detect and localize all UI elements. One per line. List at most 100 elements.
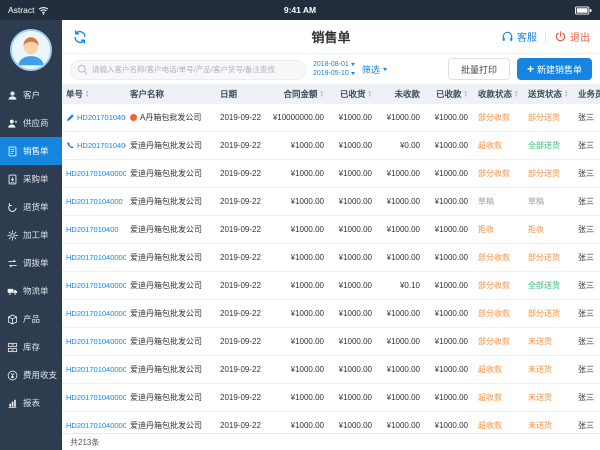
received-payment-cell: ¥1000.00 xyxy=(426,188,474,215)
date-cell: 2019-09-22 xyxy=(216,384,264,411)
order-no-link[interactable]: HD201701040000 xyxy=(66,337,126,346)
order-no-link[interactable]: HD2017010400 xyxy=(66,225,119,234)
customer-name: 爱迪丹箱包批发公司 xyxy=(130,224,202,235)
sidebar-menu: 客户供应商销售单采购单退货单加工单调拨单物流单产品库存费用收支报表 xyxy=(0,81,62,417)
order-no-link[interactable]: HD201701040000 xyxy=(66,281,126,290)
new-sales-order-button[interactable]: + 新建销售单 xyxy=(517,58,592,80)
sidebar-item-expenses[interactable]: 费用收支 xyxy=(0,361,62,389)
sidebar-item-processing-orders[interactable]: 加工单 xyxy=(0,221,62,249)
sort-icon[interactable]: ▲▼ xyxy=(368,90,372,98)
sidebar-item-suppliers[interactable]: 供应商 xyxy=(0,109,62,137)
search-icon xyxy=(77,64,88,75)
processing-orders-icon xyxy=(7,230,18,241)
sales-order-table: 单号▲▼客户名称日期合同金额▲▼已收货▲▼未收款已收款▲▼收款状态▲▼送货状态▲… xyxy=(62,84,600,450)
customer-name: 爱迪丹箱包批发公司 xyxy=(130,168,202,179)
unpaid-amount-cell: ¥1000.00 xyxy=(378,300,426,327)
order-no-link[interactable]: HD201701040000 xyxy=(66,309,126,318)
column-label: 单号 xyxy=(66,88,83,100)
battery-area xyxy=(575,6,592,15)
received-payment-cell: ¥1000.00 xyxy=(426,132,474,159)
chevron-down-icon xyxy=(383,68,387,71)
app-header: 销售单 客服 退出 xyxy=(62,20,600,54)
received-goods-cell: ¥1000.00 xyxy=(330,384,378,411)
date-cell: 2019-09-22 xyxy=(216,132,264,159)
sidebar-item-return-orders[interactable]: 退货单 xyxy=(0,193,62,221)
customer-name: 爱迪丹箱包批发公司 xyxy=(130,364,202,375)
table-row[interactable]: HD2017010400爱迪丹箱包批发公司2019-09-22¥1000.00¥… xyxy=(62,132,600,160)
salesman-cell: 张三 xyxy=(574,160,600,187)
received-payment-cell: ¥1000.00 xyxy=(426,328,474,355)
sidebar-item-logistics-orders[interactable]: 物流单 xyxy=(0,277,62,305)
table-row[interactable]: HD20170104000爱迪丹箱包批发公司2019-09-22¥1000.00… xyxy=(62,188,600,216)
pencil-icon[interactable] xyxy=(66,113,75,122)
batch-print-button[interactable]: 批量打印 xyxy=(448,58,510,80)
order-no-link[interactable]: HD2017010400 xyxy=(77,141,126,150)
column-header[interactable]: 已收款▲▼ xyxy=(426,88,474,100)
customer-name: 爱迪丹箱包批发公司 xyxy=(130,336,202,347)
contract-amount-cell: ¥1000.00 xyxy=(264,188,330,215)
order-no-link[interactable]: HD20170104000 xyxy=(66,197,123,206)
contract-amount-cell: ¥1000.00 xyxy=(264,272,330,299)
avatar[interactable] xyxy=(10,29,52,71)
date-to-selector[interactable]: 2019-05-10 xyxy=(313,70,355,77)
sort-icon[interactable]: ▲▼ xyxy=(564,90,568,98)
column-header: 日期 xyxy=(216,88,264,100)
sort-icon[interactable]: ▲▼ xyxy=(514,90,518,98)
table-row[interactable]: HD201701040000爱迪丹箱包批发公司2019-09-22¥1000.0… xyxy=(62,356,600,384)
table-row[interactable]: HD201701040000爱迪丹箱包批发公司2019-09-22¥1000.0… xyxy=(62,272,600,300)
date-from-selector[interactable]: 2018-08-01 xyxy=(313,61,355,68)
order-no-link[interactable]: HD201701040000 xyxy=(66,169,126,178)
sort-icon[interactable]: ▲▼ xyxy=(320,90,324,98)
column-header[interactable]: 单号▲▼ xyxy=(62,88,126,100)
search-input[interactable] xyxy=(70,60,306,80)
sidebar-item-label: 报表 xyxy=(23,397,40,409)
sidebar-item-reports[interactable]: 报表 xyxy=(0,389,62,417)
contract-amount-cell: ¥10000000.00 xyxy=(264,104,330,131)
column-header[interactable]: 收款状态▲▼ xyxy=(474,88,524,100)
inventory-icon xyxy=(7,342,18,353)
order-no-link[interactable]: HD201701040000 xyxy=(66,421,126,430)
sidebar-item-label: 物流单 xyxy=(23,285,49,297)
order-no-link[interactable]: HD201701040000 xyxy=(66,365,126,374)
phone-icon[interactable] xyxy=(66,141,75,150)
date-to-value: 2019-05-10 xyxy=(313,70,349,77)
date-cell: 2019-09-22 xyxy=(216,216,264,243)
order-no-link[interactable]: HD201701040000 xyxy=(66,393,126,402)
received-payment-cell: ¥1000.00 xyxy=(426,272,474,299)
column-header[interactable]: 合同金额▲▼ xyxy=(264,88,330,100)
avatar-wrap xyxy=(0,20,62,81)
unpaid-amount-cell: ¥1000.00 xyxy=(378,188,426,215)
table-row[interactable]: HD201701040000爱迪丹箱包批发公司2019-09-22¥1000.0… xyxy=(62,300,600,328)
table-row[interactable]: HD201701040000爱迪丹箱包批发公司2019-09-22¥1000.0… xyxy=(62,328,600,356)
header-divider xyxy=(545,31,546,43)
payment-status: 部分收款 xyxy=(474,244,524,271)
wifi-icon xyxy=(38,6,49,15)
customer-service-button[interactable]: 客服 xyxy=(501,29,537,44)
sort-icon[interactable]: ▲▼ xyxy=(85,90,89,98)
table-row[interactable]: HD2017010400爱迪丹箱包批发公司2019-09-22¥1000.00¥… xyxy=(62,216,600,244)
table-row[interactable]: HD201701040000爱迪丹箱包批发公司2019-09-22¥1000.0… xyxy=(62,384,600,412)
column-header[interactable]: 已收货▲▼ xyxy=(330,88,378,100)
sidebar-item-purchase-orders[interactable]: 采购单 xyxy=(0,165,62,193)
refresh-icon[interactable] xyxy=(72,29,88,45)
logout-button[interactable]: 退出 xyxy=(554,29,590,44)
sidebar-item-customers[interactable]: 客户 xyxy=(0,81,62,109)
search-box xyxy=(70,59,306,79)
sidebar-item-products[interactable]: 产品 xyxy=(0,305,62,333)
table-row[interactable]: HD201701040000爱迪丹箱包批发公司2019-09-22¥1000.0… xyxy=(62,244,600,272)
filter-dropdown[interactable]: 筛选 xyxy=(362,63,387,76)
sidebar-item-transfer-orders[interactable]: 调拨单 xyxy=(0,249,62,277)
order-no-link[interactable]: HD201701040000 xyxy=(66,253,126,262)
sidebar-item-sales-orders[interactable]: 销售单 xyxy=(0,137,62,165)
unpaid-amount-cell: ¥1000.00 xyxy=(378,216,426,243)
sort-icon[interactable]: ▲▼ xyxy=(464,90,468,98)
sidebar-item-inventory[interactable]: 库存 xyxy=(0,333,62,361)
order-no-link[interactable]: HD2017010400 xyxy=(77,113,126,122)
received-goods-cell: ¥1000.00 xyxy=(330,328,378,355)
table-row[interactable]: HD2017010400A丹箱包批发公司2019-09-22¥10000000.… xyxy=(62,104,600,132)
payment-status: 草稿 xyxy=(474,188,524,215)
delivery-status: 未送货 xyxy=(524,328,574,355)
table-row[interactable]: HD201701040000爱迪丹箱包批发公司2019-09-22¥1000.0… xyxy=(62,160,600,188)
customer-cell: 爱迪丹箱包批发公司 xyxy=(126,216,216,243)
column-header[interactable]: 送货状态▲▼ xyxy=(524,88,574,100)
